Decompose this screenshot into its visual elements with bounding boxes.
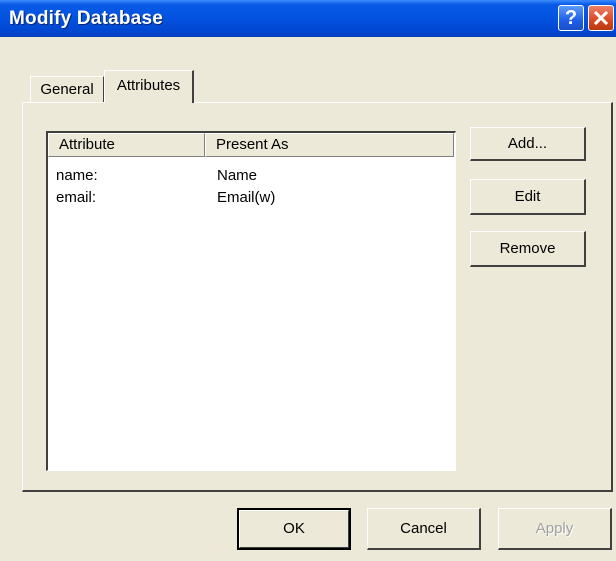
attributes-list[interactable]: Attribute Present As name: Name email: E… bbox=[46, 131, 456, 471]
help-button[interactable]: ? bbox=[558, 5, 584, 31]
cell-present-as: Email(w) bbox=[217, 189, 276, 206]
cancel-button[interactable]: Cancel bbox=[367, 508, 481, 550]
tab-attributes[interactable]: Attributes bbox=[104, 70, 194, 103]
column-header-attribute[interactable]: Attribute bbox=[48, 133, 205, 157]
list-header: Attribute Present As bbox=[48, 133, 455, 157]
list-row[interactable]: email: Email(w) bbox=[48, 187, 455, 209]
tab-attributes-label: Attributes bbox=[116, 77, 181, 94]
remove-button[interactable]: Remove bbox=[470, 231, 586, 267]
cell-attribute: email: bbox=[56, 189, 97, 206]
cell-present-as: Name bbox=[217, 167, 258, 184]
add-button[interactable]: Add... bbox=[470, 127, 586, 161]
close-button[interactable] bbox=[588, 5, 614, 31]
ok-button[interactable]: OK bbox=[237, 508, 351, 550]
edit-button[interactable]: Edit bbox=[470, 179, 586, 215]
modify-database-dialog: Modify Database ? General Attributes Att… bbox=[0, 0, 616, 561]
close-icon bbox=[593, 10, 609, 26]
list-row[interactable]: name: Name bbox=[48, 165, 455, 187]
window-title: Modify Database bbox=[9, 8, 163, 29]
column-header-present-as[interactable]: Present As bbox=[205, 133, 454, 157]
tab-general[interactable]: General bbox=[30, 76, 104, 102]
ok-button-label: OK bbox=[283, 520, 305, 537]
tab-general-label: General bbox=[40, 81, 94, 98]
title-bar[interactable]: Modify Database ? bbox=[0, 0, 616, 37]
apply-button[interactable]: Apply bbox=[498, 508, 612, 550]
help-icon: ? bbox=[564, 6, 578, 29]
cell-attribute: name: bbox=[56, 167, 98, 184]
